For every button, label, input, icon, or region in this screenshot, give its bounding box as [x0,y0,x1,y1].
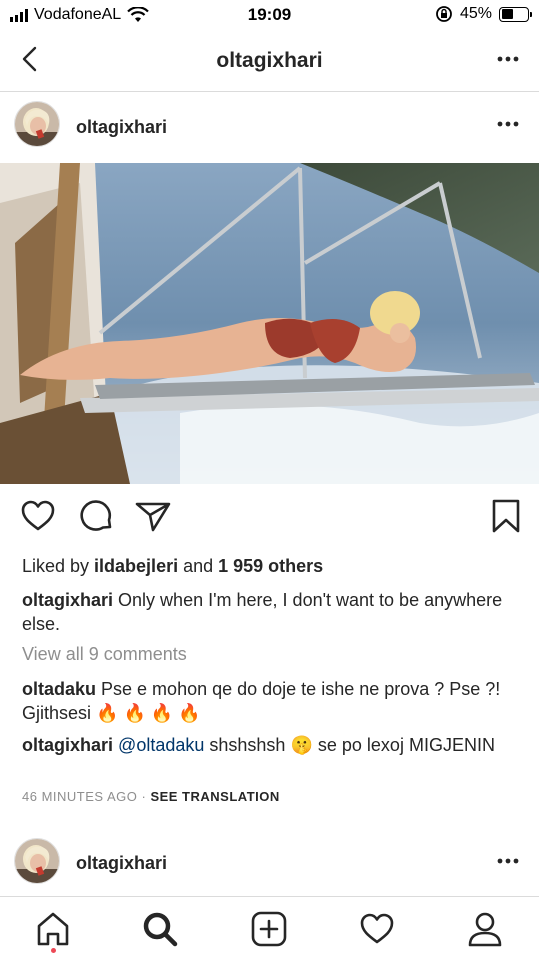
bottom-tab-bar [0,896,539,960]
post-timestamp: 46 MINUTES AGO · SEE TRANSLATION [22,789,280,804]
next-post-header: oltagixhari [0,830,539,894]
fire-emoji: 🔥 🔥 🔥 🔥 [96,703,201,723]
more-horizontal-icon[interactable] [495,848,521,874]
caption-username[interactable]: oltagixhari [22,590,113,610]
profile-icon[interactable] [465,909,505,949]
comment-icon[interactable] [76,496,116,536]
add-post-icon[interactable] [249,909,289,949]
likes-count[interactable]: 1 959 others [218,556,323,576]
likes-middle: and [178,556,219,576]
more-horizontal-icon[interactable] [495,46,521,72]
see-translation-link[interactable]: SEE TRANSLATION [150,789,279,804]
comment-text: shshshsh [209,735,286,755]
likes-prefix: Liked by [22,556,95,576]
comment-item: oltadaku Pse e mohon qe do doje te ishe … [22,677,517,725]
post-username[interactable]: oltagixhari [76,117,167,138]
search-icon[interactable] [140,909,180,949]
status-bar: VodafoneAL 19:09 45% [0,0,539,30]
post-photo[interactable] [0,163,539,484]
avatar-image [15,839,59,883]
boat-sea-photo [0,163,539,484]
separator: · [137,789,151,804]
notification-dot [51,948,56,953]
shush-emoji: 🤫 [290,735,313,755]
liked-by-user[interactable]: ildabejleri [94,556,178,576]
post-username[interactable]: oltagixhari [76,853,167,874]
avatar[interactable] [14,838,60,884]
comment-item: oltagixhari @oltadaku shshshsh 🤫 se po l… [22,733,517,757]
avatar[interactable] [14,101,60,147]
time-ago-text: 46 MINUTES AGO [22,789,138,804]
post-header: oltagixhari [0,93,539,163]
more-horizontal-icon[interactable] [495,111,521,137]
bookmark-icon[interactable] [486,496,526,536]
battery-percent: 45% [459,5,492,22]
heart-icon[interactable] [18,496,58,536]
nav-bar: oltagixhari [0,30,539,92]
page-title: oltagixhari [216,49,323,72]
activity-heart-icon[interactable] [357,909,397,949]
comment-username[interactable]: oltadaku [22,679,96,699]
battery-icon [499,6,532,22]
likes-summary[interactable]: Liked by ildabejleri and 1 959 others [22,556,323,577]
comment-username[interactable]: oltagixhari [22,735,113,755]
orientation-lock-icon [436,6,452,22]
comment-text-after: se po lexoj MIGJENIN [317,735,495,755]
view-all-comments-link[interactable]: View all 9 comments [22,644,187,665]
send-icon[interactable] [133,496,173,536]
comment-mention[interactable]: @oltadaku [118,735,204,755]
post-caption: oltagixhari Only when I'm here, I don't … [22,588,512,636]
home-icon[interactable] [33,909,73,949]
battery-level [501,9,513,19]
post-actions [0,494,539,542]
avatar-image [15,102,59,146]
battery-info: 45% [435,5,532,23]
